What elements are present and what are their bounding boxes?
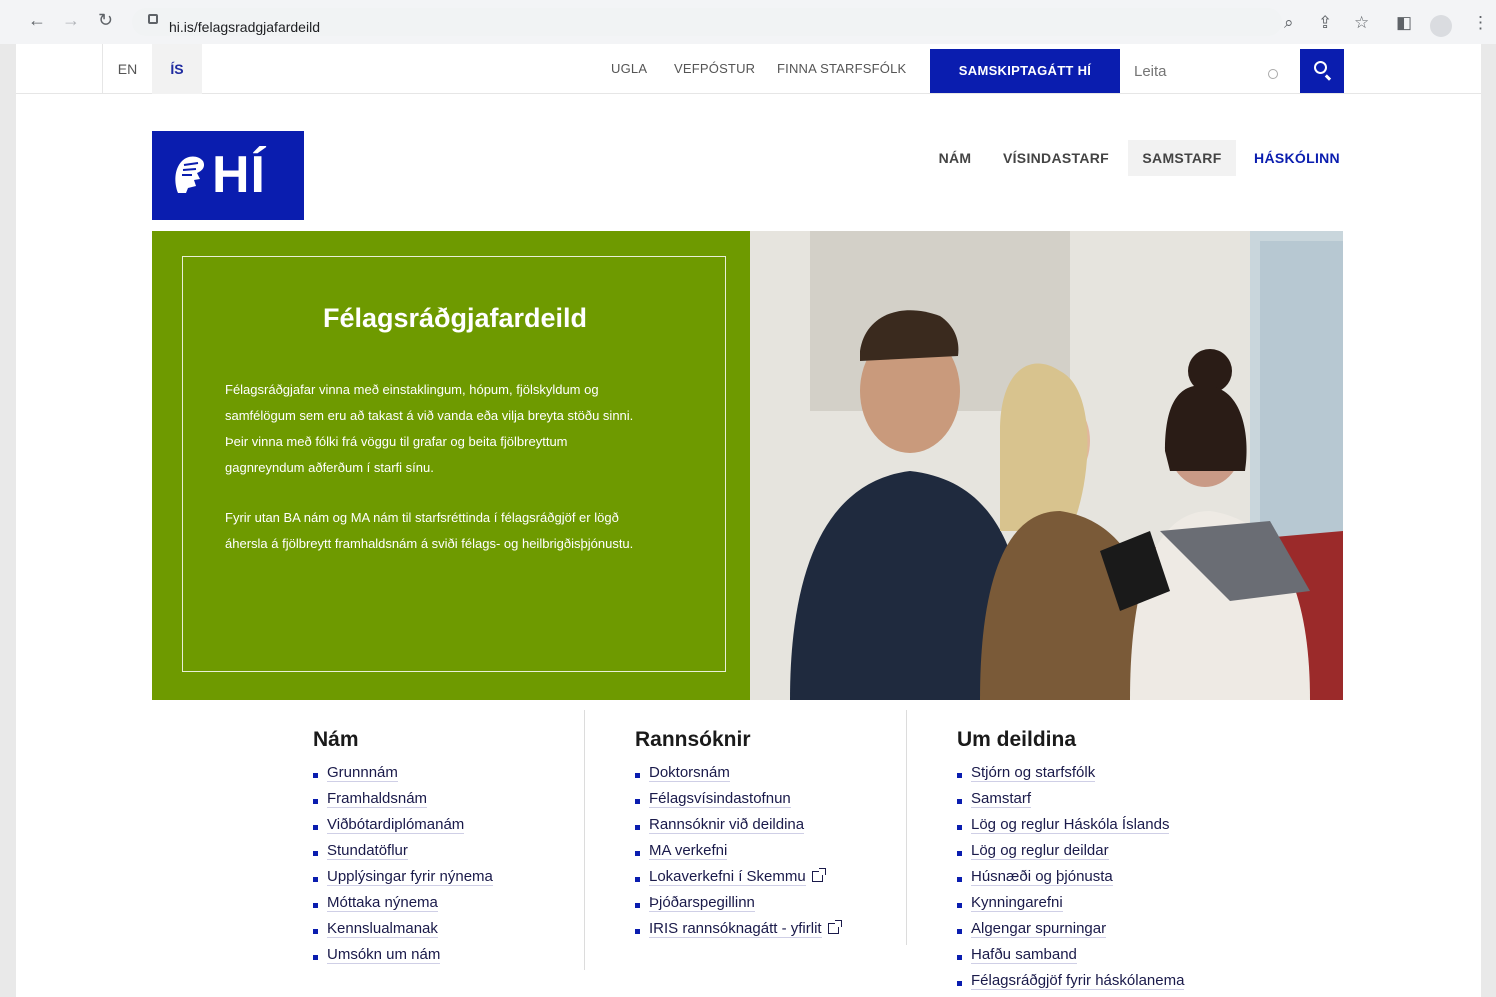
column-divider	[906, 710, 907, 945]
hero-paragraph-2: Fyrir utan BA nám og MA nám til starfsré…	[225, 510, 634, 551]
nav-visindastarf[interactable]: VÍSINDASTARF	[994, 140, 1118, 176]
reload-icon[interactable]: ↻	[98, 10, 113, 31]
um-deildina-link-list: Stjórn og starfsfólk Samstarf Lög og reg…	[957, 764, 1185, 997]
search-clear-icon	[1268, 69, 1278, 79]
list-item[interactable]: Hafðu samband	[957, 946, 1184, 972]
menu-kebab-icon[interactable]: ⋮	[1472, 13, 1489, 33]
vefpostur-link[interactable]: VEFPÓSTUR	[674, 61, 755, 76]
nam-heading: Nám	[313, 728, 359, 751]
list-item[interactable]: Félagsráðgjöf fyrir háskólanema	[957, 972, 1185, 997]
profile-avatar-icon[interactable]	[1430, 15, 1452, 37]
hero-panel: Félagsráðgjafardeild Félagsráðgjafar vin…	[152, 231, 750, 700]
list-item[interactable]: Rannsóknir við deildina	[635, 816, 839, 842]
share-icon[interactable]: ⇪	[1318, 13, 1332, 33]
list-item[interactable]: Grunnnám	[313, 764, 493, 790]
lang-en-link[interactable]: EN	[102, 44, 152, 94]
lock-icon[interactable]	[148, 14, 158, 24]
nam-link-list: Grunnnám Framhaldsnám Viðbótardiplómanám…	[313, 764, 493, 972]
list-item[interactable]: Húsnæði og þjónusta	[957, 868, 1184, 894]
list-item[interactable]: Kynningarefni	[957, 894, 1184, 920]
list-item[interactable]: Móttaka nýnema	[313, 894, 493, 920]
bookmark-star-icon[interactable]: ☆	[1354, 13, 1369, 33]
browser-toolbar: ← → ↻ hi.is/felagsradgjafardeild ⌕ ⇪ ☆ ◧…	[0, 0, 1496, 44]
hero-title: Félagsráðgjafardeild	[322, 303, 588, 333]
list-item[interactable]: Upplýsingar fyrir nýnema	[313, 868, 493, 894]
list-item[interactable]: Stjórn og starfsfólk	[957, 764, 1184, 790]
web-page: EN ÍS UGLA VEFPÓSTUR FINNA STARFSFÓLK SA…	[16, 44, 1481, 997]
samskiptagatt-button[interactable]: SAMSKIPTAGÁTT HÍ	[930, 49, 1120, 93]
list-item[interactable]: Umsókn um nám	[313, 946, 493, 972]
hi-logo[interactable]: HÍ	[152, 131, 304, 220]
finna-starfsfolk-link[interactable]: FINNA STARFSFÓLK	[777, 61, 906, 76]
hero-paragraph-1: Félagsráðgjafar vinna með einstaklingum,…	[225, 382, 634, 475]
search-icon	[1314, 61, 1327, 74]
forward-arrow-icon[interactable]: →	[62, 10, 80, 31]
hero-text-box: Félagsráðgjafardeild Félagsráðgjafar vin…	[182, 256, 726, 672]
list-item[interactable]: Framhaldsnám	[313, 790, 493, 816]
list-item[interactable]: IRIS rannsóknagátt - yfirlit	[635, 920, 842, 946]
zoom-icon[interactable]: ⌕	[1284, 13, 1294, 33]
utility-bar: EN ÍS UGLA VEFPÓSTUR FINNA STARFSFÓLK SA…	[16, 44, 1481, 94]
nav-samstarf[interactable]: SAMSTARF	[1128, 140, 1236, 176]
list-item[interactable]: Félagsvísindastofnun	[635, 790, 839, 816]
list-item[interactable]: MA verkefni	[635, 842, 839, 868]
nav-haskolinn[interactable]: HÁSKÓLINN	[1244, 140, 1350, 176]
rannsoknir-heading: Rannsóknir	[635, 728, 751, 751]
list-item[interactable]: Samstarf	[957, 790, 1184, 816]
students-photo-illustration	[750, 231, 1343, 700]
side-panel-icon[interactable]: ◧	[1396, 13, 1412, 33]
nav-nam[interactable]: NÁM	[924, 140, 986, 176]
list-item[interactable]: Lokaverkefni í Skemmu	[635, 868, 839, 894]
ugla-link[interactable]: UGLA	[611, 61, 647, 76]
um-deildina-heading: Um deildina	[957, 728, 1077, 751]
list-item[interactable]: Algengar spurningar	[957, 920, 1184, 946]
search-button[interactable]	[1300, 49, 1344, 93]
logo-text: HÍ	[212, 146, 266, 204]
address-url[interactable]: hi.is/felagsradgjafardeild	[169, 19, 320, 35]
back-arrow-icon[interactable]: ←	[28, 10, 46, 31]
rannsoknir-link-list: Doktorsnám Félagsvísindastofnun Rannsókn…	[635, 764, 842, 946]
logo-head-icon	[175, 156, 205, 193]
list-item[interactable]: Þjóðarspegillinn	[635, 894, 839, 920]
list-item[interactable]: Kennslualmanak	[313, 920, 493, 946]
column-divider	[584, 710, 585, 970]
list-item[interactable]: Viðbótardiplómanám	[313, 816, 493, 842]
list-item[interactable]: Stundatöflur	[313, 842, 493, 868]
external-link-icon	[811, 868, 826, 882]
external-link-icon	[827, 920, 842, 934]
lang-is-link[interactable]: ÍS	[152, 44, 202, 94]
list-item[interactable]: Lög og reglur deildar	[957, 842, 1184, 868]
list-item[interactable]: Doktorsnám	[635, 764, 839, 790]
list-item[interactable]: Lög og reglur Háskóla Íslands	[957, 816, 1184, 842]
hero-photo-students	[750, 231, 1343, 700]
